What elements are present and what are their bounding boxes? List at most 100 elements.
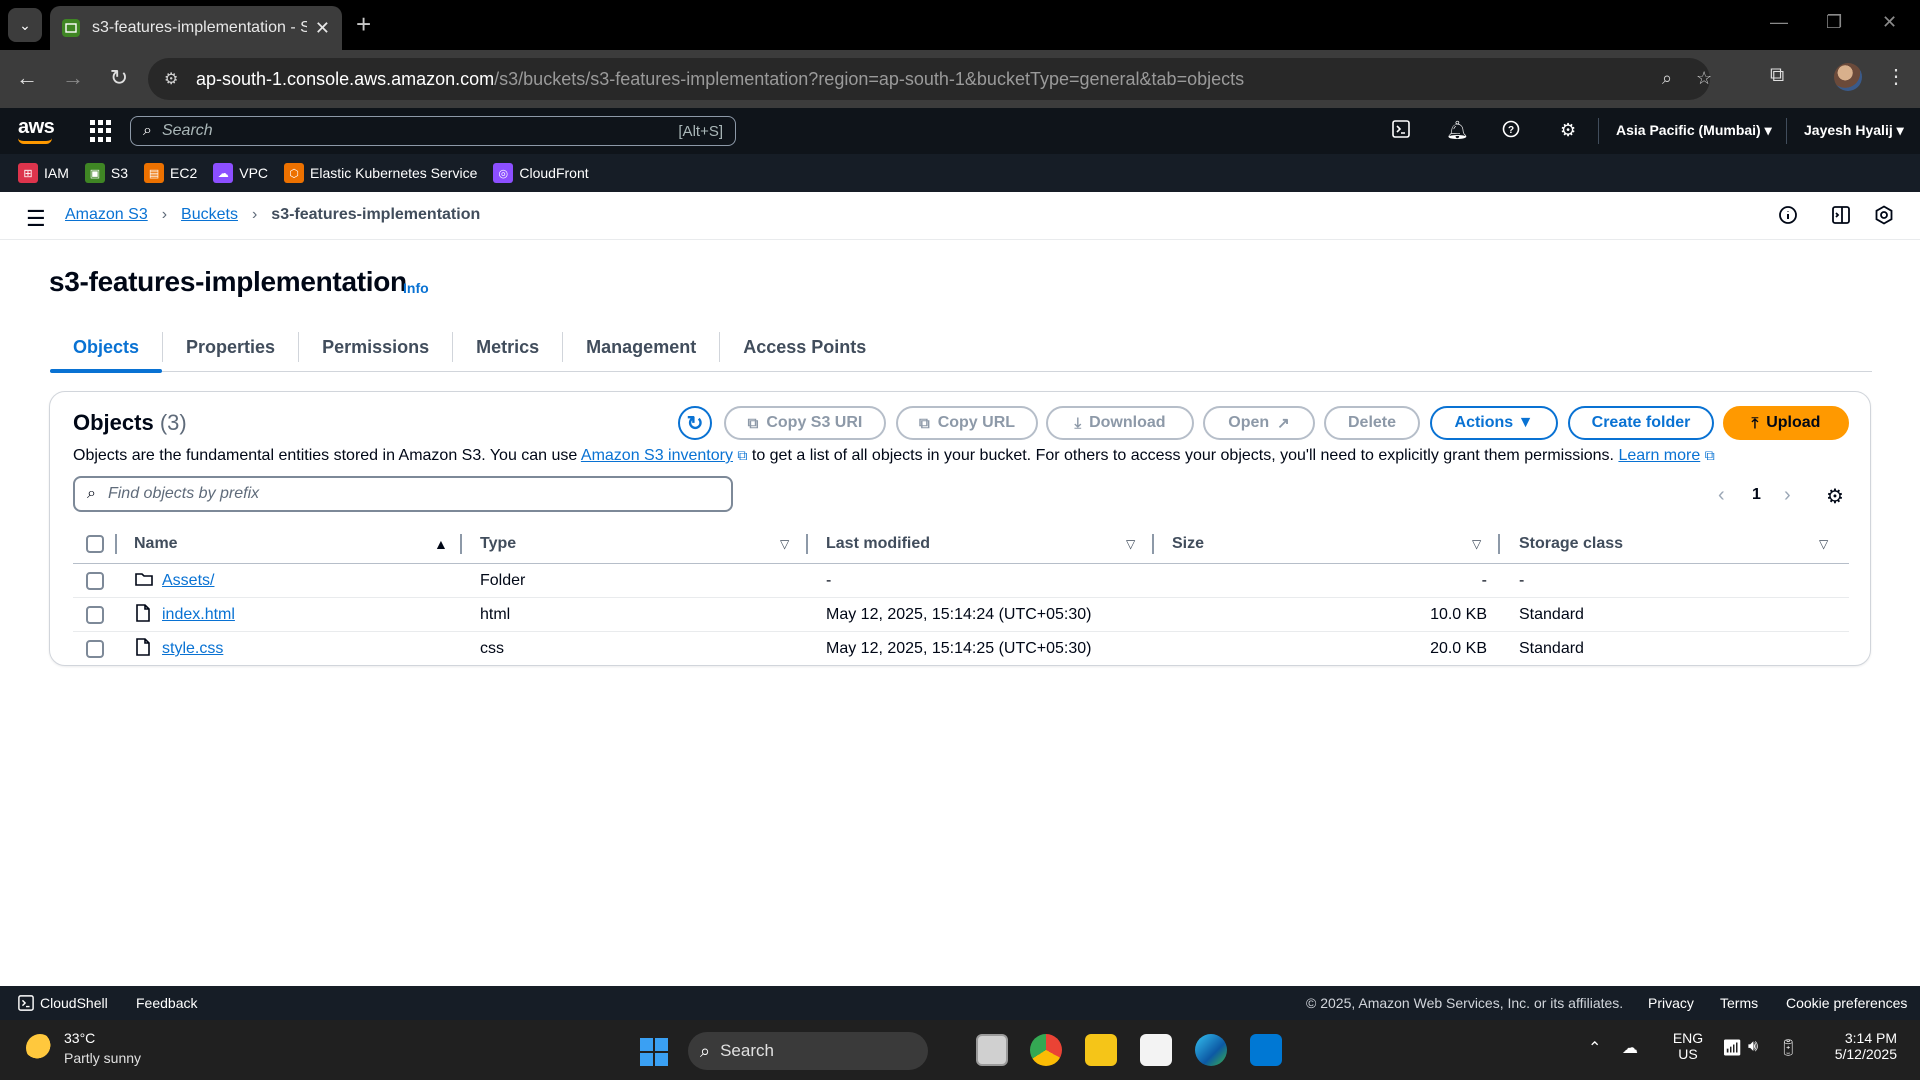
feedback-link[interactable]: Feedback xyxy=(136,995,197,1011)
taskbar-search[interactable]: ⌕ Search xyxy=(688,1032,928,1070)
breadcrumb-buckets[interactable]: Buckets xyxy=(181,206,238,224)
cookie-preferences-link[interactable]: Cookie preferences xyxy=(1786,995,1907,1011)
column-header-name[interactable]: Name xyxy=(134,535,178,553)
find-objects-input[interactable] xyxy=(107,485,719,503)
edge-icon[interactable] xyxy=(1195,1034,1227,1066)
table-row[interactable]: Assets/ Folder - - - xyxy=(73,564,1849,598)
info-panel-icon[interactable] xyxy=(1778,205,1798,231)
tab-properties[interactable]: Properties xyxy=(163,322,298,372)
microsoft-store-icon[interactable] xyxy=(1140,1034,1172,1066)
copy-s3-uri-button[interactable]: ⧉ Copy S3 URI xyxy=(724,406,886,440)
settings-gear-icon[interactable]: ⚙ xyxy=(1560,120,1576,141)
table-row[interactable]: index.html html May 12, 2025, 15:14:24 (… xyxy=(73,598,1849,632)
column-header-last-modified[interactable]: Last modified xyxy=(826,535,930,553)
row-checkbox[interactable] xyxy=(86,640,104,658)
download-button[interactable]: ⤓ Download xyxy=(1046,406,1194,440)
column-header-storage-class[interactable]: Storage class xyxy=(1519,535,1623,553)
maximize-icon[interactable]: ❐ xyxy=(1826,12,1842,33)
column-divider[interactable] xyxy=(1152,534,1154,554)
favorite-iam[interactable]: ⊞ IAM xyxy=(18,163,69,183)
upload-button[interactable]: ⤒ Upload xyxy=(1723,406,1849,440)
open-button[interactable]: Open ↗ xyxy=(1203,406,1315,440)
browser-menu-icon[interactable]: ⋮ xyxy=(1886,64,1906,89)
tab-metrics[interactable]: Metrics xyxy=(453,322,562,372)
previous-page-icon[interactable]: ‹ xyxy=(1718,484,1725,507)
new-tab-button[interactable]: + xyxy=(356,10,371,38)
sort-descending-icon[interactable]: ▽ xyxy=(1472,537,1481,551)
reload-icon[interactable]: ↻ xyxy=(104,64,134,92)
volume-icon[interactable]: 🔊︎ xyxy=(1748,1038,1758,1056)
delete-button[interactable]: Delete xyxy=(1324,406,1420,440)
favorite-vpc[interactable]: ☁ VPC xyxy=(213,163,268,183)
language-indicator[interactable]: ENG US xyxy=(1670,1030,1706,1062)
column-divider[interactable] xyxy=(1498,534,1500,554)
chrome-icon[interactable] xyxy=(1030,1034,1062,1066)
copy-url-button[interactable]: ⧉ Copy URL xyxy=(896,406,1038,440)
account-menu[interactable]: Jayesh Hyalij ▾ xyxy=(1804,122,1904,139)
s3-inventory-link[interactable]: Amazon S3 inventory xyxy=(581,447,733,464)
forward-icon[interactable]: → xyxy=(58,64,88,92)
column-divider[interactable] xyxy=(460,534,462,554)
minimize-icon[interactable]: — xyxy=(1770,12,1788,33)
site-settings-icon[interactable]: ⚙ xyxy=(164,69,184,89)
sort-ascending-icon[interactable]: ▲ xyxy=(434,536,448,552)
terms-link[interactable]: Terms xyxy=(1720,995,1758,1011)
cloudshell-icon[interactable] xyxy=(1392,120,1410,143)
close-tab-icon[interactable]: ✕ xyxy=(315,18,330,39)
learn-more-link[interactable]: Learn more xyxy=(1618,447,1700,464)
privacy-link[interactable]: Privacy xyxy=(1648,995,1694,1011)
vscode-icon[interactable] xyxy=(1250,1034,1282,1066)
select-all-checkbox[interactable] xyxy=(86,534,104,553)
page-number[interactable]: 1 xyxy=(1752,486,1761,504)
tab-objects[interactable]: Objects xyxy=(50,322,163,373)
chevron-up-icon[interactable]: ⌃ xyxy=(1588,1038,1601,1058)
weather-condition[interactable]: Partly sunny xyxy=(64,1050,141,1066)
object-name-link[interactable]: index.html xyxy=(162,606,235,624)
bookmark-star-icon[interactable]: ☆ xyxy=(1696,68,1712,89)
console-search-input[interactable]: ⌕ Search [Alt+S] xyxy=(130,116,736,146)
windows-start-icon[interactable] xyxy=(640,1038,668,1066)
browser-tab[interactable]: s3-features-implementation - S ✕ xyxy=(50,6,342,50)
favorite-s3[interactable]: ▣ S3 xyxy=(84,163,128,183)
split-panel-icon[interactable] xyxy=(1831,205,1851,231)
tab-management[interactable]: Management xyxy=(563,322,719,372)
amazon-q-icon[interactable] xyxy=(1874,205,1894,231)
weather-sun-icon[interactable] xyxy=(26,1034,54,1062)
breadcrumb-amazon-s3[interactable]: Amazon S3 xyxy=(65,206,148,224)
help-icon[interactable]: ? xyxy=(1502,120,1520,143)
actions-dropdown-button[interactable]: Actions ▼ xyxy=(1430,406,1558,440)
notifications-bell-icon[interactable]: 🔔︎ xyxy=(1446,120,1469,141)
table-row[interactable]: style.css css May 12, 2025, 15:14:25 (UT… xyxy=(73,632,1849,666)
close-window-icon[interactable]: ✕ xyxy=(1882,12,1897,33)
region-selector[interactable]: Asia Pacific (Mumbai) ▾ xyxy=(1616,122,1772,139)
side-navigation-menu-icon[interactable]: ☰ xyxy=(26,206,46,232)
sort-descending-icon[interactable]: ▽ xyxy=(780,537,789,551)
back-icon[interactable]: ← xyxy=(12,64,42,92)
aws-logo[interactable]: aws xyxy=(18,116,55,139)
row-checkbox[interactable] xyxy=(86,571,104,590)
favorite-cloudfront[interactable]: ◎ CloudFront xyxy=(493,163,589,183)
file-explorer-icon[interactable] xyxy=(1085,1034,1117,1066)
tab-permissions[interactable]: Permissions xyxy=(299,322,452,372)
weather-temperature[interactable]: 33°C xyxy=(64,1030,95,1046)
battery-icon[interactable]: 🔋︎ xyxy=(1778,1038,1798,1058)
favorite-ec2[interactable]: ▤ EC2 xyxy=(144,163,197,183)
task-view-icon[interactable] xyxy=(976,1034,1008,1066)
info-link[interactable]: Info xyxy=(403,280,429,296)
sort-descending-icon[interactable]: ▽ xyxy=(1819,537,1828,551)
wifi-icon[interactable]: 📶︎ xyxy=(1722,1038,1742,1058)
object-name-link[interactable]: Assets/ xyxy=(162,572,214,590)
find-objects-filter[interactable]: ⌕ xyxy=(73,476,733,512)
refresh-button[interactable]: ↻ xyxy=(678,406,712,440)
column-divider[interactable] xyxy=(806,534,808,554)
row-checkbox[interactable] xyxy=(86,605,104,624)
profile-avatar[interactable] xyxy=(1834,63,1862,91)
column-header-size[interactable]: Size xyxy=(1172,535,1204,553)
column-header-type[interactable]: Type xyxy=(480,535,516,553)
favorite-eks[interactable]: ⬡ Elastic Kubernetes Service xyxy=(284,163,477,183)
zoom-icon[interactable]: ⌕ xyxy=(1662,68,1672,89)
services-grid-icon[interactable] xyxy=(90,120,112,142)
sort-descending-icon[interactable]: ▽ xyxy=(1126,537,1135,551)
create-folder-button[interactable]: Create folder xyxy=(1568,406,1714,440)
system-clock[interactable]: 3:14 PM 5/12/2025 xyxy=(1827,1030,1897,1062)
